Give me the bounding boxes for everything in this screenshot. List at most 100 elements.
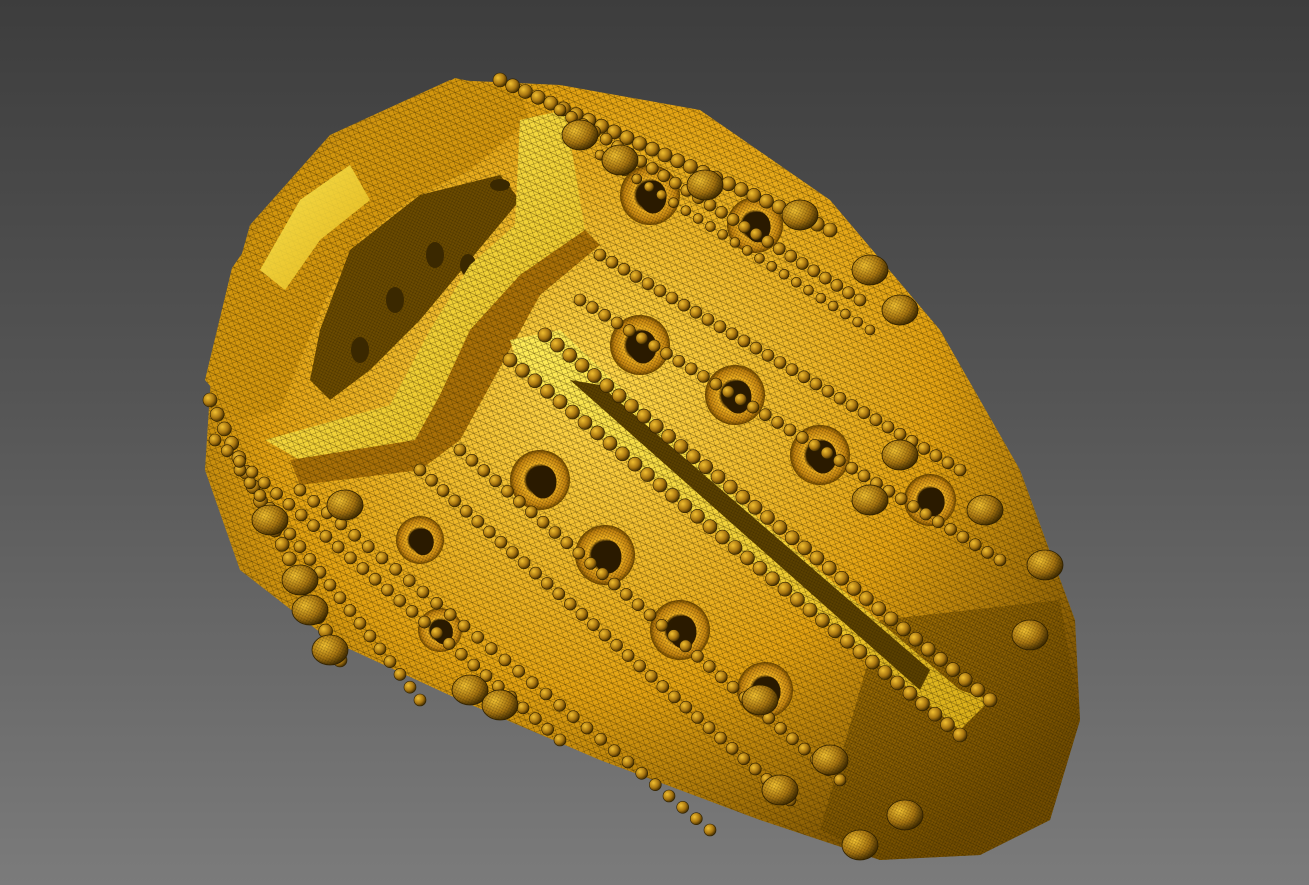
bead	[209, 407, 225, 422]
bead	[890, 675, 905, 691]
bead	[748, 762, 762, 776]
bead	[702, 519, 718, 535]
bead	[662, 789, 676, 803]
bead	[821, 384, 835, 398]
bead	[827, 623, 843, 639]
bead	[715, 206, 728, 219]
bead	[668, 197, 679, 208]
bead	[673, 439, 689, 454]
bead	[243, 476, 257, 490]
bead	[361, 540, 375, 554]
bead	[827, 300, 839, 312]
bead	[665, 291, 679, 305]
bead	[208, 433, 222, 447]
bead	[738, 220, 751, 234]
bead	[791, 276, 802, 288]
bead	[307, 494, 321, 508]
bead	[809, 377, 823, 391]
bead	[701, 313, 715, 326]
bead	[784, 249, 798, 263]
bead	[833, 391, 847, 405]
bead	[586, 301, 599, 314]
bead	[621, 755, 635, 769]
bead	[820, 446, 834, 460]
bead	[575, 608, 589, 621]
bead	[834, 570, 850, 586]
bead	[548, 526, 562, 539]
bead	[703, 660, 716, 673]
bead	[562, 347, 578, 363]
bead	[713, 320, 727, 334]
bead	[436, 484, 450, 497]
bead	[981, 546, 994, 559]
bead	[363, 629, 377, 643]
bead	[679, 700, 693, 714]
bead	[517, 556, 531, 570]
bead	[953, 463, 967, 477]
bead	[721, 176, 736, 192]
bead	[819, 271, 832, 285]
bead	[253, 489, 267, 502]
bead	[217, 421, 232, 437]
bead	[657, 147, 673, 163]
bead	[760, 510, 775, 525]
bead	[402, 574, 416, 588]
bead	[677, 298, 691, 312]
bead	[550, 337, 565, 353]
3d-viewport[interactable]	[0, 0, 1309, 885]
bead	[373, 642, 387, 656]
bead	[293, 540, 307, 554]
bead	[797, 540, 812, 556]
bead	[691, 649, 704, 663]
opening-hole	[412, 528, 434, 556]
bead	[282, 551, 297, 567]
bead	[931, 515, 945, 529]
bead	[993, 553, 1007, 567]
bead	[627, 456, 643, 472]
bead	[537, 327, 553, 343]
bead	[644, 669, 658, 683]
bead	[956, 530, 970, 544]
bead	[643, 608, 657, 622]
bead	[518, 84, 533, 99]
bead	[815, 292, 827, 304]
bead	[471, 630, 485, 644]
bead	[676, 800, 690, 814]
bead	[746, 400, 760, 414]
bead	[772, 520, 788, 535]
bead	[610, 316, 624, 330]
bead	[648, 418, 664, 434]
bead	[621, 649, 635, 662]
bead	[282, 497, 296, 511]
bead	[692, 213, 704, 224]
bead	[703, 823, 717, 837]
bead	[881, 420, 895, 434]
bead	[471, 515, 485, 528]
bead	[702, 721, 716, 735]
bead	[624, 398, 639, 414]
bead	[778, 268, 790, 280]
bead	[574, 358, 590, 373]
bead	[852, 316, 864, 328]
bead	[541, 722, 555, 736]
bead	[565, 404, 580, 420]
bead	[777, 581, 793, 597]
bead	[505, 78, 521, 94]
bead	[761, 235, 775, 248]
bead	[459, 504, 473, 518]
mesh-scene[interactable]	[0, 0, 1309, 885]
bead	[729, 237, 741, 248]
bead	[752, 560, 768, 576]
bead	[808, 438, 822, 452]
bead	[919, 507, 933, 521]
bead	[353, 616, 367, 630]
bead	[580, 721, 594, 735]
bead	[640, 467, 655, 482]
bead	[833, 773, 847, 787]
bead	[344, 551, 357, 565]
bead	[784, 530, 800, 546]
bead	[749, 227, 763, 241]
bead	[599, 132, 613, 146]
bead	[577, 415, 593, 430]
bead	[498, 653, 512, 667]
